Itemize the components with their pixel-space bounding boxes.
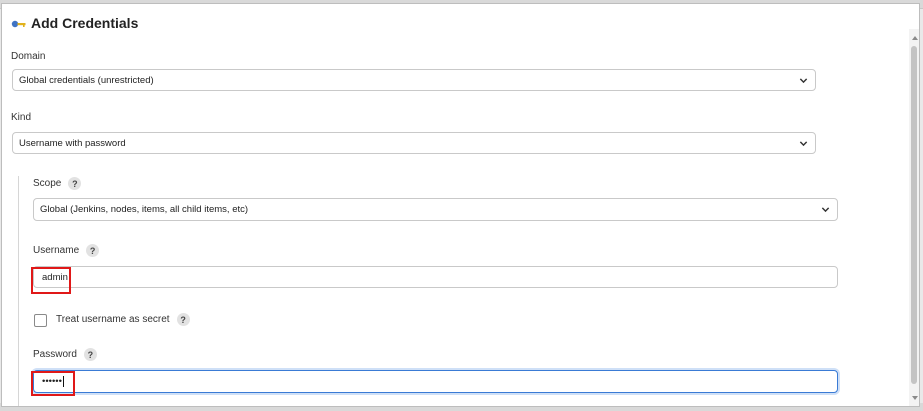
username-label: Username ? <box>33 244 100 257</box>
credential-fields-indent <box>18 176 19 406</box>
kind-selected-value: Username with password <box>19 137 126 149</box>
treat-secret-label: Treat username as secret ? <box>56 313 190 326</box>
username-help-icon[interactable]: ? <box>86 244 100 257</box>
treat-username-secret-checkbox[interactable] <box>34 314 47 327</box>
username-highlight-box <box>31 267 71 294</box>
scope-select[interactable]: Global (Jenkins, nodes, items, all child… <box>33 198 838 221</box>
scope-label-text: Scope <box>33 178 62 189</box>
domain-selected-value: Global credentials (unrestricted) <box>19 74 154 86</box>
password-label: Password ? <box>33 348 97 361</box>
scroll-down-arrow-icon[interactable] <box>911 394 919 402</box>
password-highlight-box <box>31 371 75 396</box>
scrollbar-thumb[interactable] <box>911 46 917 384</box>
password-input[interactable]: •••••• <box>33 370 838 393</box>
treat-secret-help-icon[interactable]: ? <box>176 313 190 326</box>
dialog-header: Add Credentials <box>11 13 138 33</box>
chevron-down-icon <box>799 141 808 147</box>
scope-help-icon[interactable]: ? <box>68 177 82 190</box>
scroll-up-arrow-icon[interactable] <box>911 34 919 42</box>
password-help-icon[interactable]: ? <box>83 348 97 361</box>
kind-label-text: Kind <box>11 112 32 123</box>
kind-select[interactable]: Username with password <box>12 132 816 154</box>
add-credentials-dialog: Add Credentials Domain Global credential… <box>1 3 920 407</box>
scope-selected-value: Global (Jenkins, nodes, items, all child… <box>40 204 249 215</box>
scope-label: Scope ? <box>33 177 82 190</box>
kind-label: Kind <box>11 112 31 123</box>
dialog-title: Add Credentials <box>31 15 139 31</box>
username-input[interactable]: admin <box>33 266 838 288</box>
chevron-down-icon <box>799 78 808 84</box>
username-label-text: Username <box>33 245 80 256</box>
domain-label-text: Domain <box>11 51 46 62</box>
domain-label: Domain <box>11 51 45 62</box>
chevron-down-icon <box>821 207 830 213</box>
password-label-text: Password <box>33 349 77 360</box>
treat-secret-label-text: Treat username as secret <box>56 314 170 325</box>
domain-select[interactable]: Global credentials (unrestricted) <box>12 69 816 91</box>
key-icon <box>11 17 27 29</box>
